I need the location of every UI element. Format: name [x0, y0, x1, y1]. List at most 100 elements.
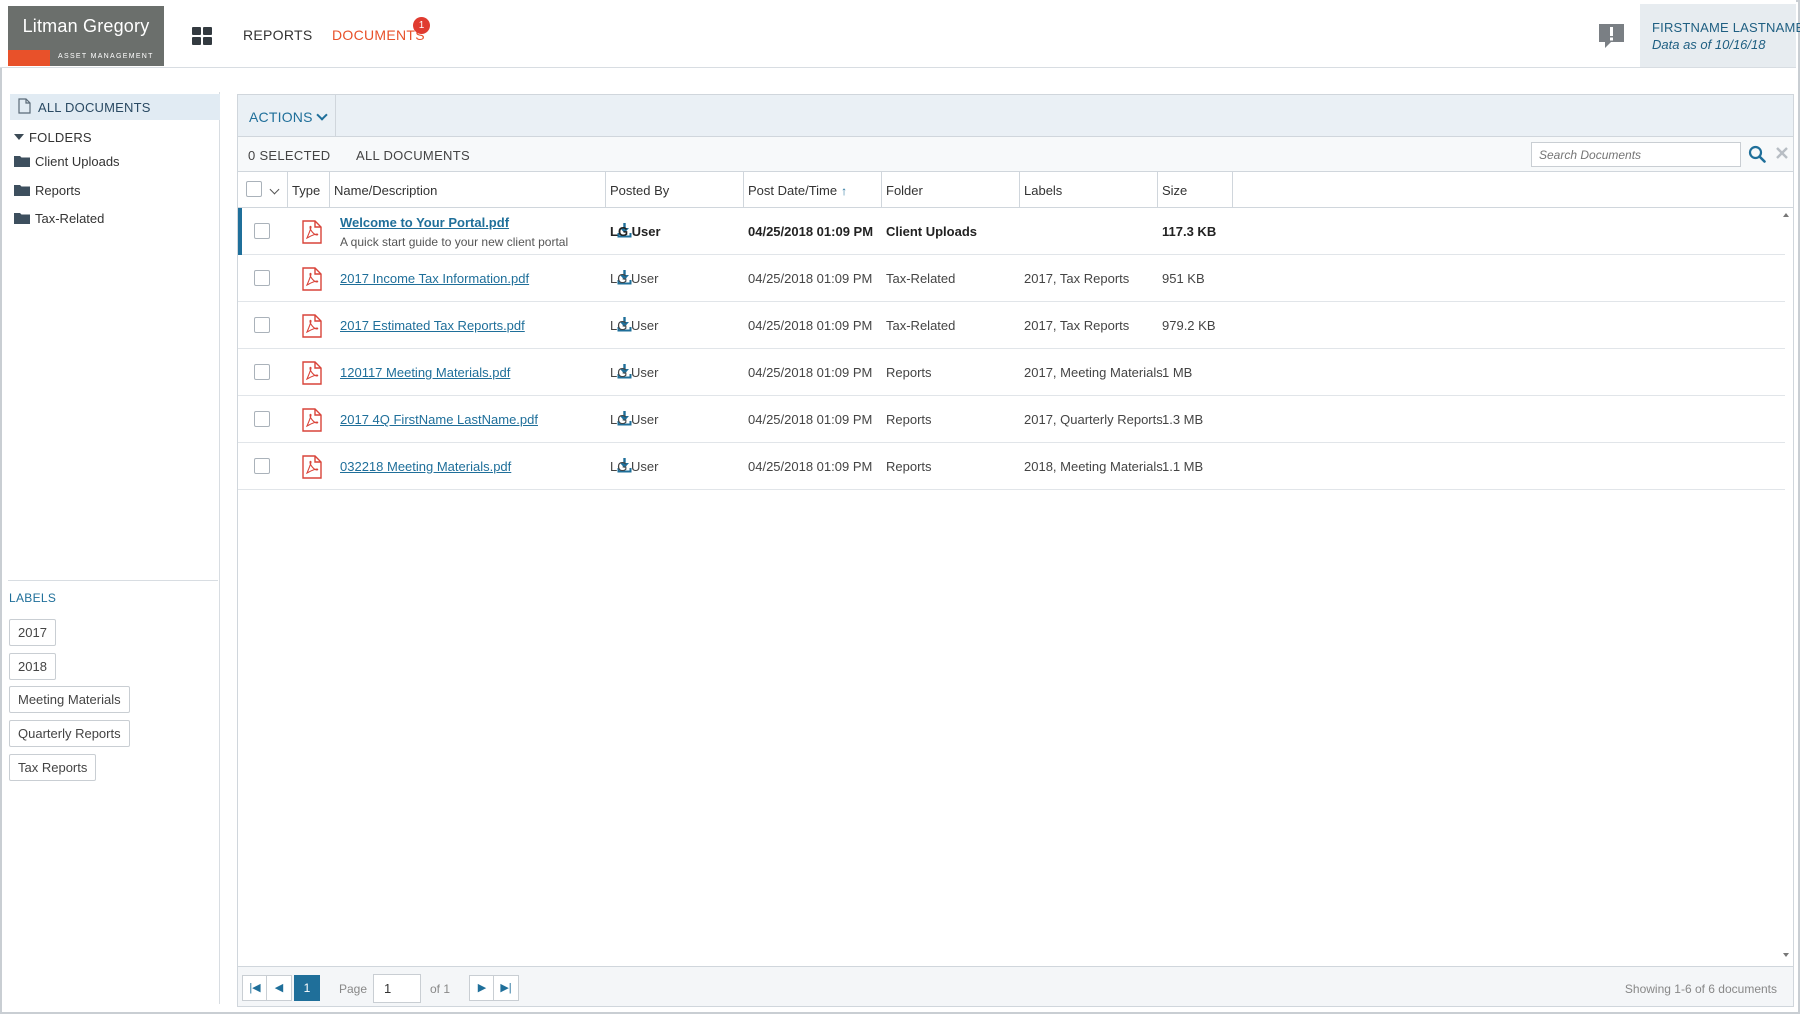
- label-chip-2017[interactable]: 2017: [9, 619, 56, 646]
- label-chip-tax-reports[interactable]: Tax Reports: [9, 754, 97, 781]
- folder-name: Reports: [886, 459, 932, 474]
- scroll-down-arrow-icon[interactable]: [1783, 953, 1789, 957]
- column-header-size[interactable]: Size: [1158, 172, 1233, 208]
- table-row[interactable]: Welcome to Your Portal.pdf A quick start…: [238, 208, 1785, 255]
- post-date: 04/25/2018 01:09 PM: [748, 318, 873, 333]
- file-size: 117.3 KB: [1162, 224, 1217, 239]
- apps-grid-icon[interactable]: [192, 27, 212, 45]
- folder-icon: [14, 156, 30, 167]
- folder-label: Reports: [35, 183, 81, 198]
- document-link[interactable]: 2017 Income Tax Information.pdf: [340, 271, 529, 286]
- column-header-posted-by[interactable]: Posted By: [606, 172, 744, 208]
- page-label: Page: [339, 982, 368, 996]
- sidebar: ALL DOCUMENTS FOLDERS Client Uploads Rep…: [6, 92, 220, 1004]
- last-page-button[interactable]: ▶|: [493, 975, 519, 1001]
- document-link[interactable]: 032218 Meeting Materials.pdf: [340, 459, 511, 474]
- labels: 2018, Meeting Materials: [1024, 459, 1163, 474]
- select-all-checkbox[interactable]: [246, 181, 262, 197]
- caret-down-icon: [14, 134, 24, 140]
- row-checkbox[interactable]: [254, 223, 270, 239]
- post-date: 04/25/2018 01:09 PM: [748, 224, 874, 239]
- file-size: 951 KB: [1162, 271, 1205, 286]
- nav-documents[interactable]: DOCUMENTS: [332, 27, 425, 43]
- row-checkbox[interactable]: [254, 270, 270, 286]
- document-description: A quick start guide to your new client p…: [340, 235, 569, 249]
- nav-reports[interactable]: REPORTS: [243, 27, 313, 43]
- column-header-labels[interactable]: Labels: [1020, 172, 1158, 208]
- alert-message-icon[interactable]: [1597, 22, 1626, 50]
- first-page-button[interactable]: |◀: [242, 975, 268, 1001]
- folder-label: Tax-Related: [35, 211, 105, 226]
- search-input[interactable]: [1531, 142, 1741, 167]
- logo-subtitle: ASSET MANAGEMENT: [58, 53, 154, 60]
- file-size: 979.2 KB: [1162, 318, 1216, 333]
- page-number-input[interactable]: [373, 974, 421, 1003]
- folder-client-uploads[interactable]: Client Uploads: [14, 154, 120, 169]
- folder-icon: [14, 213, 30, 224]
- labels: 2017, Tax Reports: [1024, 271, 1130, 286]
- company-logo[interactable]: Litman Gregory ASSET MANAGEMENT: [8, 6, 164, 66]
- table-row[interactable]: 2017 4Q FirstName LastName.pdf LG User 0…: [238, 396, 1785, 443]
- folder-tax-related[interactable]: Tax-Related: [14, 211, 104, 226]
- user-info[interactable]: FIRSTNAME LASTNAME Data as of 10/16/18: [1640, 4, 1800, 67]
- document-link[interactable]: 120117 Meeting Materials.pdf: [340, 365, 510, 380]
- post-date: 04/25/2018 01:09 PM: [748, 412, 873, 427]
- pagination-status: Showing 1-6 of 6 documents: [1624, 982, 1777, 996]
- pdf-file-icon: [302, 314, 322, 338]
- column-header-date[interactable]: Post Date/Time ↑: [744, 172, 882, 208]
- labels: 2017, Tax Reports: [1024, 318, 1130, 333]
- posted-by: LG User: [610, 459, 659, 474]
- folder-name: Reports: [886, 412, 932, 427]
- post-date: 04/25/2018 01:09 PM: [748, 365, 873, 380]
- pdf-file-icon: [302, 408, 322, 432]
- table-row[interactable]: 2017 Income Tax Information.pdf LG User …: [238, 255, 1785, 302]
- labels: 2017, Meeting Materials: [1024, 365, 1163, 380]
- folder-name: Tax-Related: [886, 318, 956, 333]
- column-header-type[interactable]: Type: [288, 172, 330, 208]
- label-chip-quarterly-reports[interactable]: Quarterly Reports: [9, 720, 130, 747]
- chevron-down-icon: [315, 109, 328, 121]
- table-row[interactable]: 2017 Estimated Tax Reports.pdf LG User 0…: [238, 302, 1785, 349]
- document-link[interactable]: 2017 Estimated Tax Reports.pdf: [340, 318, 525, 333]
- selection-bar: 0 SELECTED ALL DOCUMENTS: [238, 137, 1793, 172]
- label-chip-2018[interactable]: 2018: [9, 653, 56, 680]
- column-header-name[interactable]: Name/Description: [330, 172, 606, 208]
- row-checkbox[interactable]: [254, 411, 270, 427]
- search-icon[interactable]: [1748, 145, 1766, 163]
- sort-ascending-icon: ↑: [841, 184, 848, 198]
- pagination-bar: |◀ ◀ 1 Page of 1 ▶ ▶| Showing 1-6 of 6 d…: [238, 966, 1793, 1006]
- document-link[interactable]: 2017 4Q FirstName LastName.pdf: [340, 412, 538, 427]
- clear-search-icon[interactable]: [1775, 146, 1789, 160]
- column-header-date-label: Post Date/Time: [748, 183, 838, 198]
- user-name: FIRSTNAME LASTNAME: [1652, 20, 1800, 35]
- row-checkbox[interactable]: [254, 364, 270, 380]
- document-link[interactable]: Welcome to Your Portal.pdf: [340, 215, 509, 230]
- prev-page-button[interactable]: ◀: [266, 975, 292, 1001]
- page-of-label: of 1: [430, 982, 451, 996]
- sidebar-all-documents-label: ALL DOCUMENTS: [38, 100, 151, 115]
- current-page-button[interactable]: 1: [294, 975, 320, 1001]
- next-page-button[interactable]: ▶: [469, 975, 495, 1001]
- column-header-folder[interactable]: Folder: [882, 172, 1020, 208]
- pdf-file-icon: [302, 361, 322, 385]
- posted-by: LG User: [610, 271, 659, 286]
- actions-dropdown[interactable]: ACTIONS: [238, 95, 336, 137]
- folder-label: Client Uploads: [35, 154, 120, 169]
- table-row[interactable]: 120117 Meeting Materials.pdf LG User 04/…: [238, 349, 1785, 396]
- row-checkbox[interactable]: [254, 317, 270, 333]
- label-chip-meeting-materials[interactable]: Meeting Materials: [9, 686, 130, 713]
- documents-notification-badge: 1: [413, 17, 430, 34]
- documents-panel: ACTIONS 0 SELECTED ALL DOCUMENTS Type Na…: [237, 94, 1794, 1007]
- folder-reports[interactable]: Reports: [14, 183, 81, 198]
- table-row[interactable]: 032218 Meeting Materials.pdf LG User 04/…: [238, 443, 1785, 490]
- row-checkbox[interactable]: [254, 458, 270, 474]
- logo-bar: ASSET MANAGEMENT: [8, 50, 164, 66]
- select-menu-chevron-icon[interactable]: [269, 184, 280, 195]
- folders-toggle[interactable]: FOLDERS: [14, 130, 92, 145]
- folder-icon: [14, 185, 30, 196]
- selected-count: 0 SELECTED: [248, 148, 331, 163]
- posted-by: LG User: [610, 224, 661, 239]
- scroll-up-arrow-icon[interactable]: [1783, 213, 1789, 217]
- header-select-cell: [238, 172, 288, 208]
- sidebar-all-documents[interactable]: ALL DOCUMENTS: [10, 94, 220, 120]
